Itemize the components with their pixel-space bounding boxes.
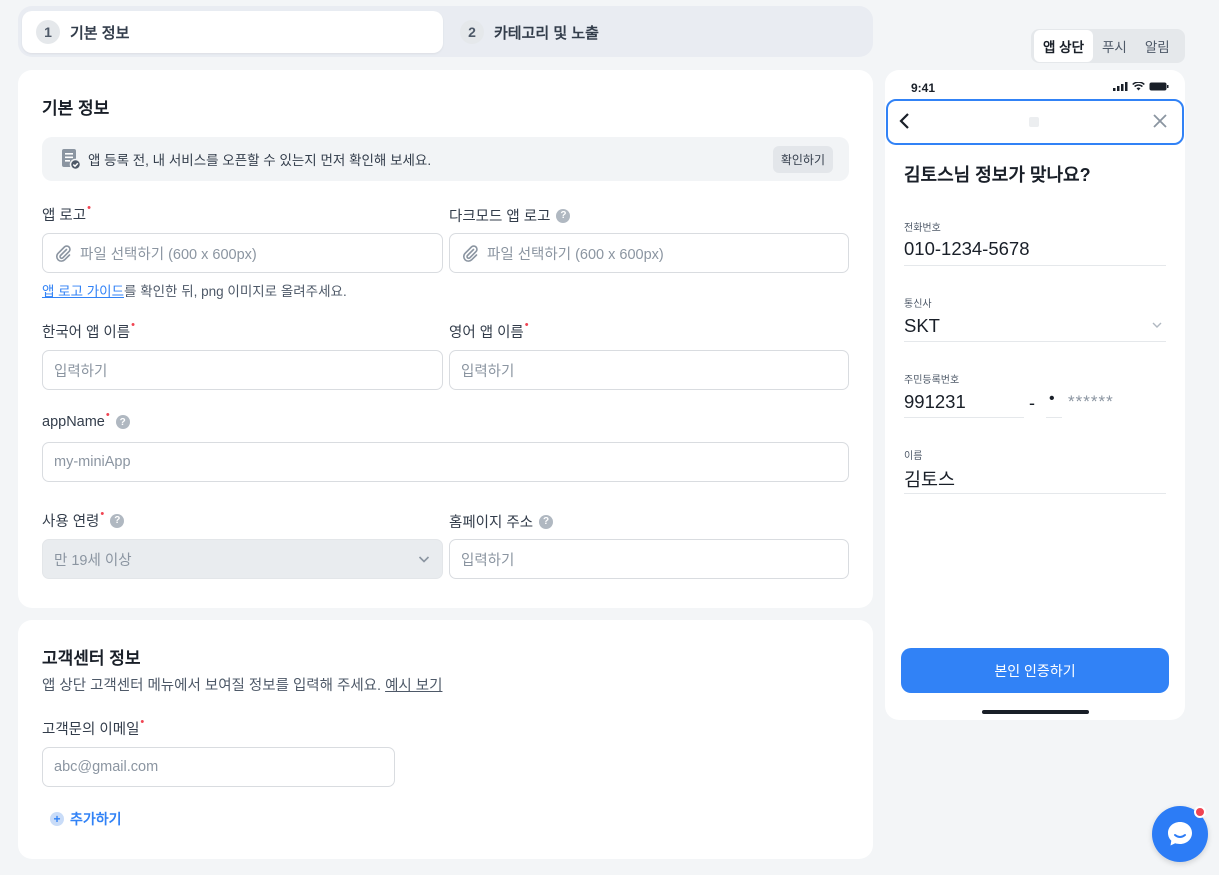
kr-name-input[interactable]: 입력하기	[42, 350, 443, 390]
en-name-label: 영어 앱 이름 •	[449, 318, 529, 342]
confirm-title: 김토스님 정보가 맞나요?	[904, 165, 1091, 185]
required-mark: •	[87, 201, 91, 214]
divider	[904, 493, 1166, 494]
phone-navbar	[886, 99, 1184, 145]
required-mark: •	[140, 715, 145, 728]
appname-input[interactable]: my-miniApp	[42, 442, 849, 482]
notification-badge	[1194, 806, 1206, 818]
email-label: 고객문의 이메일 •	[42, 715, 145, 739]
home-indicator	[982, 710, 1089, 714]
stepper: 1 기본 정보 2 카테고리 및 노출	[18, 6, 873, 57]
carrier-value[interactable]: SKT	[904, 315, 940, 337]
example-link[interactable]: 예시 보기	[385, 678, 442, 694]
en-name-input[interactable]: 입력하기	[449, 350, 849, 390]
step-category[interactable]: 2 카테고리 및 노출	[458, 11, 599, 53]
check-button[interactable]: 확인하기	[772, 145, 833, 173]
chat-bubble-icon	[1168, 822, 1192, 846]
required-mark: •	[131, 318, 135, 331]
step-label: 카테고리 및 노출	[494, 24, 599, 42]
dark-logo-label: 다크모드 앱 로고?	[449, 205, 571, 226]
back-icon[interactable]	[898, 112, 912, 130]
rrn-front-value[interactable]: 991231	[904, 391, 966, 413]
file-placeholder: 파일 선택하기 (600 x 600px)	[487, 246, 664, 263]
verify-button[interactable]: 본인 인증하기	[901, 648, 1169, 693]
app-logo-file-input[interactable]: 파일 선택하기 (600 x 600px)	[42, 233, 443, 273]
logo-hint: 앱 로고 가이드를 확인한 뒤, png 이미지로 올려주세요.	[42, 284, 347, 299]
divider	[904, 341, 1166, 342]
rrn-back-digit[interactable]: •	[1049, 390, 1055, 408]
battery-icon	[1149, 82, 1169, 91]
dark-logo-file-input[interactable]: 파일 선택하기 (600 x 600px)	[449, 233, 849, 273]
help-icon[interactable]: ?	[115, 415, 130, 429]
homepage-label: 홈페이지 주소?	[449, 511, 554, 532]
rrn-dash: -	[1029, 393, 1035, 413]
carrier-label: 통신사	[904, 299, 932, 310]
section-title: 기본 정보	[42, 99, 110, 118]
name-value[interactable]: 김토스	[904, 466, 955, 492]
document-check-icon	[62, 149, 82, 171]
chevron-down-icon	[1152, 322, 1162, 328]
email-input[interactable]: abc@gmail.com	[42, 747, 395, 787]
age-label: 사용 연령 •?	[42, 507, 125, 531]
rrn-mask: ******	[1068, 392, 1114, 411]
required-mark: •	[105, 409, 110, 421]
help-icon[interactable]: ?	[539, 514, 554, 529]
name-label: 이름	[904, 451, 923, 462]
required-mark: •	[524, 318, 529, 331]
status-icons	[1113, 82, 1169, 91]
plus-icon: +	[50, 812, 64, 826]
basic-info-card: 기본 정보 앱 등록 전, 내 서비스를 오픈할 수 있는지 먼저 확인해 보세…	[18, 70, 873, 608]
rrn-label: 주민등록번호	[904, 375, 960, 386]
notice-banner: 앱 등록 전, 내 서비스를 오픈할 수 있는지 먼저 확인해 보세요. 확인하…	[42, 137, 849, 181]
signal-icon	[1113, 82, 1128, 91]
section-title: 고객센터 정보	[42, 649, 141, 668]
help-icon[interactable]: ?	[556, 208, 571, 223]
file-placeholder: 파일 선택하기 (600 x 600px)	[80, 246, 257, 263]
divider	[1046, 417, 1062, 418]
add-button[interactable]: + 추가하기	[50, 809, 122, 829]
logo-guide-link[interactable]: 앱 로고 가이드	[42, 284, 124, 299]
paperclip-icon	[462, 245, 478, 262]
preview-tabs: 앱 상단 푸시 알림	[1031, 29, 1185, 63]
step-basic-info[interactable]: 1 기본 정보	[22, 11, 443, 53]
help-icon[interactable]: ?	[110, 513, 125, 528]
phone-value[interactable]: 010-1234-5678	[904, 238, 1030, 260]
homepage-input[interactable]: 입력하기	[449, 539, 849, 579]
phone-label: 전화번호	[904, 223, 941, 234]
step-number: 2	[460, 20, 484, 44]
app-icon-placeholder	[1029, 117, 1039, 127]
required-mark: •	[100, 507, 105, 520]
age-select[interactable]: 만 19세 이상	[42, 539, 443, 579]
appname-label: appName •?	[42, 409, 130, 430]
phone-preview: 9:41 김토스님 정보가 맞나요? 전화번호 010-1234-5678 통신…	[885, 70, 1185, 720]
close-icon[interactable]	[1152, 113, 1168, 129]
support-desc: 앱 상단 고객센터 메뉴에서 보여질 정보를 입력해 주세요. 예시 보기	[42, 678, 443, 694]
divider	[904, 417, 1024, 418]
tab-push[interactable]: 푸시	[1093, 30, 1136, 62]
step-number: 1	[36, 20, 60, 44]
wifi-icon	[1132, 82, 1145, 91]
paperclip-icon	[55, 245, 71, 262]
kr-name-label: 한국어 앱 이름 •	[42, 318, 135, 342]
divider	[904, 265, 1166, 266]
app-logo-label: 앱 로고 •	[42, 201, 91, 225]
step-label: 기본 정보	[70, 24, 130, 42]
support-card: 고객센터 정보 앱 상단 고객센터 메뉴에서 보여질 정보를 입력해 주세요. …	[18, 620, 873, 859]
status-time: 9:41	[911, 81, 936, 95]
chevron-down-icon	[418, 556, 430, 563]
tab-notification[interactable]: 알림	[1136, 30, 1179, 62]
notice-text: 앱 등록 전, 내 서비스를 오픈할 수 있는지 먼저 확인해 보세요.	[88, 153, 432, 168]
tab-app-top[interactable]: 앱 상단	[1034, 30, 1094, 62]
